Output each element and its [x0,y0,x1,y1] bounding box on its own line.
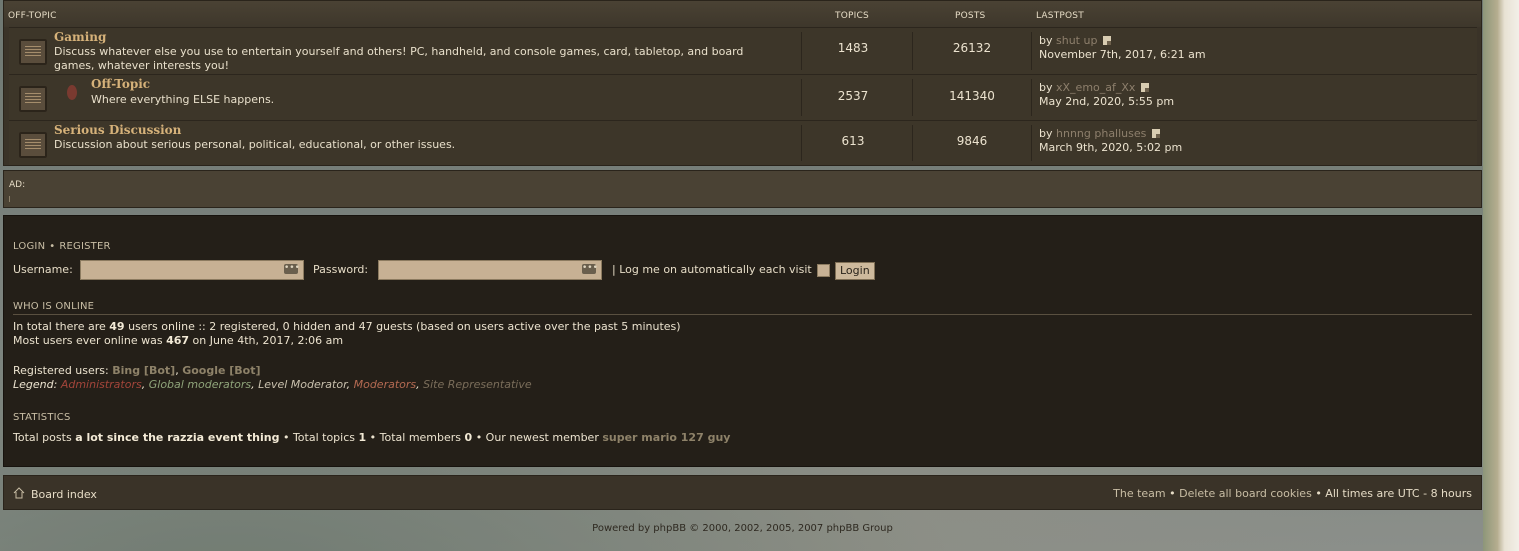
ad-label: AD: [9,180,26,190]
forum-category-table: OFF-TOPIC TOPICS POSTS LASTPOST Gaming D… [3,0,1482,166]
register-link[interactable]: REGISTER [59,241,110,252]
last-post-date: November 7th, 2017, 6:21 am [1039,48,1206,61]
bot-link-google[interactable]: Google [Bot] [182,364,260,377]
powered-by[interactable]: Powered by phpBB © 2000, 2002, 2005, 200… [0,523,1485,534]
column-divider [801,79,802,116]
column-divider [1031,125,1032,161]
last-post-info: by hnnng phalluses March 9th, 2020, 5:02… [1039,127,1182,155]
topics-count: 2537 [837,89,869,103]
info-panel: LOGIN • REGISTER Username: ••• Password: •… [3,215,1482,467]
statistics-heading: STATISTICS [13,412,71,423]
who-is-online-heading[interactable]: WHO IS ONLINE [13,301,94,312]
posts-count: 9846 [956,134,988,148]
autologin-checkbox[interactable] [817,264,830,277]
by-label: by [1039,81,1053,94]
the-team-link[interactable]: The team [1113,487,1166,500]
column-divider [801,125,802,161]
column-divider [1031,32,1032,70]
forum-row-off-topic: Off-Topic Where everything ELSE happens.… [9,74,1477,120]
legend-global-moderators[interactable]: Global moderators [149,378,251,391]
posts-header: POSTS [955,11,986,21]
last-post-author[interactable]: shut up [1056,34,1097,47]
forum-row-serious-discussion: Serious Discussion Discussion about seri… [9,120,1477,165]
last-post-author[interactable]: xX_emo_af_Xx [1056,81,1135,94]
bot-link-bing[interactable]: Bing [Bot] [112,364,175,377]
background-strip [1483,0,1519,551]
posts-count: 26132 [952,41,992,55]
autologin-label: | Log me on automatically each visit [612,263,812,276]
login-link[interactable]: LOGIN [13,241,45,252]
registered-users: Registered users: Bing [Bot], Google [Bo… [13,364,261,377]
forum-badge-icon [67,85,77,100]
forum-read-icon [19,86,47,112]
login-register-links: LOGIN • REGISTER [13,241,111,252]
column-divider [1031,79,1032,116]
password-input[interactable]: ••• [378,260,602,280]
board-index-link[interactable]: Board index [31,488,97,501]
password-manager-icon[interactable]: ••• [284,264,300,274]
forum-description: Where everything ELSE happens. [91,93,275,106]
last-post-info: by shut up November 7th, 2017, 6:21 am [1039,34,1206,62]
page-wrapper: OFF-TOPIC TOPICS POSTS LASTPOST Gaming D… [3,0,1482,510]
posts-count: 141340 [949,89,995,103]
last-post-info: by xX_emo_af_Xx May 2nd, 2020, 5:55 pm [1039,81,1174,109]
separator-dot: • [49,241,56,252]
group-legend: Legend: Administrators, Global moderator… [13,378,532,391]
password-label: Password: [313,263,369,276]
column-divider [912,125,913,161]
statistics-line: Total posts a lot since the razzia event… [13,431,731,444]
forum-description: Discuss whatever else you use to enterta… [54,45,744,72]
online-summary: In total there are 49 users online :: 2 … [13,320,681,333]
timezone-info: • All times are UTC - 8 hours [1315,487,1472,500]
online-record: Most users ever online was 467 on June 4… [13,334,344,347]
forum-link-gaming[interactable]: Gaming [54,30,106,44]
view-latest-post-icon[interactable] [1103,36,1112,45]
last-post-author[interactable]: hnnng phalluses [1056,127,1146,140]
legend-moderators[interactable]: Moderators [354,378,417,391]
forum-read-icon [19,39,47,65]
username-label: Username: [13,263,73,276]
topics-header: TOPICS [835,11,869,21]
legend-level-moderator[interactable]: Level Moderator [258,378,347,391]
forum-row-gaming: Gaming Discuss whatever else you use to … [9,27,1477,74]
legend-administrators[interactable]: Administrators [61,378,142,391]
by-label: by [1039,34,1053,47]
view-latest-post-icon[interactable] [1152,129,1161,138]
ad-block: AD: [3,170,1482,208]
home-icon[interactable] [13,487,25,499]
footer-links: The team • Delete all board cookies • Al… [1113,487,1472,500]
forum-link-serious-discussion[interactable]: Serious Discussion [54,123,181,137]
login-button[interactable]: Login [835,262,875,280]
footer-navbar: Board index The team • Delete all board … [3,475,1482,510]
by-label: by [1039,127,1053,140]
password-manager-icon[interactable]: ••• [582,264,598,274]
ad-placeholder [9,196,10,202]
category-title[interactable]: OFF-TOPIC [8,11,57,21]
forum-description: Discussion about serious personal, polit… [54,138,456,151]
forum-link-off-topic[interactable]: Off-Topic [91,77,150,91]
column-divider [801,32,802,70]
forum-table-header: OFF-TOPIC TOPICS POSTS LASTPOST [4,1,1481,27]
last-post-date: March 9th, 2020, 5:02 pm [1039,141,1183,154]
column-divider [912,79,913,116]
forum-read-icon [19,132,47,158]
last-post-date: May 2nd, 2020, 5:55 pm [1039,95,1175,108]
view-latest-post-icon[interactable] [1141,83,1150,92]
separator-dot: • [1169,487,1176,500]
newest-member-link[interactable]: super mario 127 guy [602,431,730,444]
lastpost-header: LASTPOST [1036,11,1084,21]
legend-site-representative[interactable]: Site Representative [423,378,531,391]
divider [13,314,1472,315]
topics-count: 1483 [837,41,869,55]
delete-cookies-link[interactable]: Delete all board cookies [1179,487,1312,500]
topics-count: 613 [841,134,865,148]
column-divider [912,32,913,70]
username-input[interactable]: ••• [80,260,304,280]
